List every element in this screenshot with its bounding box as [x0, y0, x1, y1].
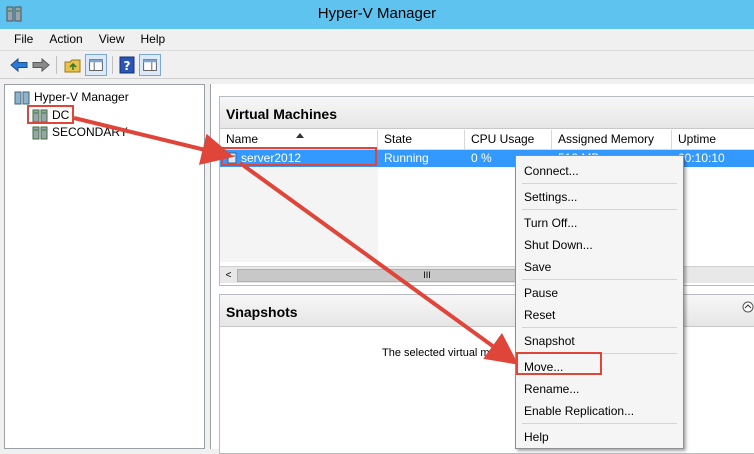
svg-text:?: ?: [124, 59, 131, 73]
menu-action[interactable]: Action: [41, 29, 90, 51]
menu-help[interactable]: Help: [133, 29, 174, 51]
tree-root-label: Hyper-V Manager: [34, 90, 129, 104]
menu-item-shut-down[interactable]: Shut Down...: [524, 235, 593, 255]
up-folder-icon[interactable]: [62, 54, 84, 76]
vm-state: Running: [384, 151, 429, 165]
show-hide-tree-icon[interactable]: [85, 54, 107, 76]
column-uptime[interactable]: Uptime: [672, 130, 754, 149]
menu-item-turn-off[interactable]: Turn Off...: [524, 213, 577, 233]
server-icon: [32, 126, 48, 140]
scrollbar-grip: III: [423, 270, 431, 280]
title-bar: Hyper-V Manager: [0, 0, 754, 29]
tree-server-label: SECONDARY: [52, 125, 128, 139]
back-arrow-icon[interactable]: [8, 54, 30, 76]
menu-item-enable-replication[interactable]: Enable Replication...: [524, 401, 634, 421]
help-icon[interactable]: ?: [116, 54, 138, 76]
panel-title: Virtual Machines: [220, 97, 754, 129]
annotation-highlight-move: [516, 352, 602, 375]
menu-item-snapshot[interactable]: Snapshot: [524, 331, 575, 351]
navigation-tree: Hyper-V Manager DC SECONDARY: [4, 84, 205, 449]
hyper-v-manager-icon: [14, 91, 30, 105]
annotation-highlight-vm: [221, 147, 377, 166]
menu-item-settings[interactable]: Settings...: [524, 187, 577, 207]
sort-ascending-icon: [296, 133, 304, 138]
menu-item-save[interactable]: Save: [524, 257, 551, 277]
menu-file[interactable]: File: [6, 29, 41, 51]
scroll-left-icon[interactable]: <: [222, 269, 235, 282]
column-label: Name: [226, 132, 259, 146]
menu-view[interactable]: View: [91, 29, 133, 51]
menu-item-reset[interactable]: Reset: [524, 305, 555, 325]
window-title: Hyper-V Manager: [317, 5, 437, 22]
menu-bar: File Action View Help: [0, 29, 754, 51]
annotation-highlight-dc: [27, 105, 74, 124]
menu-item-help[interactable]: Help: [524, 427, 549, 447]
forward-arrow-icon[interactable]: [30, 54, 52, 76]
sorted-column-shade: [220, 168, 378, 262]
tree-server-secondary[interactable]: SECONDARY: [32, 123, 128, 141]
menu-item-pause[interactable]: Pause: [524, 283, 558, 303]
menu-item-connect[interactable]: Connect...: [524, 161, 579, 181]
menu-item-rename[interactable]: Rename...: [524, 379, 579, 399]
column-assigned-memory[interactable]: Assigned Memory: [552, 130, 672, 149]
vm-uptime: 00:10:10: [678, 151, 725, 165]
toolbar: ?: [0, 51, 754, 79]
tree-root[interactable]: Hyper-V Manager: [14, 88, 129, 106]
collapse-icon[interactable]: [742, 301, 754, 313]
snapshots-message: The selected virtual ma: [382, 347, 496, 359]
context-menu: Connect... Settings... Turn Off... Shut …: [515, 155, 684, 449]
action-pane-icon[interactable]: [139, 54, 161, 76]
column-cpu-usage[interactable]: CPU Usage: [465, 130, 552, 149]
column-state[interactable]: State: [378, 130, 465, 149]
